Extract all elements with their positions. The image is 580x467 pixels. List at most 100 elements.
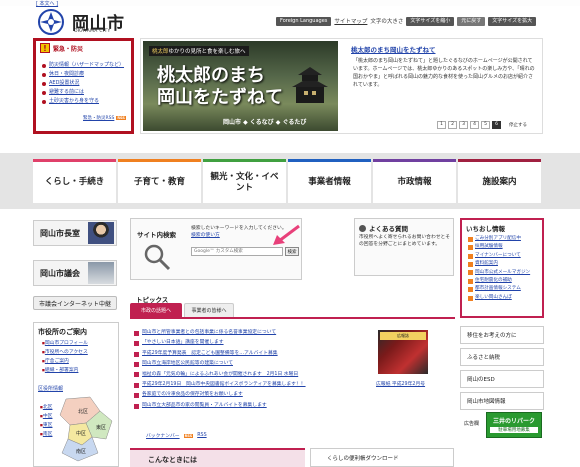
list-item[interactable]: 中区 [40, 412, 53, 421]
feature-headline-2: 岡山をたずねて [157, 87, 283, 108]
news-list: 岡山市と所管事業者との包括事業に係る名誉事業協定について 「やさしい日本語」講座… [134, 328, 306, 411]
nav-item-business[interactable]: 事業者情報 [288, 159, 371, 203]
backnumber-link[interactable]: バックナンバー [146, 432, 180, 439]
list-item[interactable]: 「やさしい日本語」講座を開催します [134, 338, 306, 348]
list-item[interactable]: 東区 [40, 421, 53, 430]
site-search-box: サイト内検索 検索したいキーワードを入力してください。 検索の使い方 検索 [130, 218, 302, 280]
tab-city-topics[interactable]: 市政の話題へ [130, 303, 182, 317]
font-reset-button[interactable]: 元に戻す [457, 16, 486, 26]
page-button[interactable]: 5 [481, 121, 490, 129]
list-item[interactable]: 平成29年2月19日 岡山市中央図書館ボイスボランティアを募集します！！ [134, 380, 306, 390]
carousel-stop-button[interactable]: 停止する [509, 122, 527, 128]
list-item[interactable]: 組織・部署案内 [42, 366, 88, 375]
foreign-languages-button[interactable]: Foreign Languages [276, 16, 332, 26]
list-item[interactable]: マイナンバーについて [468, 252, 530, 260]
top-bar [0, 0, 580, 6]
list-item[interactable]: 避難する前には [42, 88, 124, 97]
list-item[interactable]: 都市計画情報システム [468, 285, 530, 293]
list-item[interactable]: 平成29年度予算発表 認定こども園整備等を…アルバイト募集 [134, 349, 306, 359]
public-relations-magazine-image[interactable]: 広報誌 [378, 330, 428, 374]
list-item[interactable]: 各家庭での冷凍食品の保存対策をお願いします [134, 390, 306, 400]
list-item[interactable]: 北区 [40, 403, 53, 412]
list-item[interactable]: 福祉の森「元気の輪」によるふれあい会が開催されます 2月1日 水曜日 [134, 370, 306, 380]
council-stream-button[interactable]: 市議会インターネット中継 [33, 296, 117, 310]
logo-subtitle: OKAYAMA CITY [74, 29, 111, 34]
nav-item-tourism[interactable]: 観光・文化・イベント [203, 159, 286, 203]
faq-icon [359, 224, 366, 232]
city-council-button[interactable]: 岡山市議会 [33, 260, 117, 286]
page-button-active[interactable]: 6 [492, 121, 501, 129]
list-item[interactable]: 岡山市立大部品市の家の閲覧員・アルバイトを募集します [134, 401, 306, 411]
search-title: サイト内検索 [137, 231, 176, 239]
page-button[interactable]: 2 [448, 121, 457, 129]
ward-info-link[interactable]: 区役所情報 [38, 385, 63, 392]
site-logo[interactable]: 岡山市 OKAYAMA CITY [36, 8, 144, 36]
search-input[interactable] [191, 247, 283, 256]
emergency-rss-link[interactable]: 緊急・防災RSS RSS [83, 115, 126, 121]
konna-tokini-section[interactable]: こんなときには [130, 448, 305, 467]
list-item[interactable]: 採用試験情報 [468, 243, 530, 251]
emergency-title: 緊急・防災 [53, 45, 84, 53]
feature-carousel: 桃太郎ゆかりの見所と食を楽しむ旅へ 桃太郎のまち 岡山をたずねて 岡山市 ◆ く… [140, 38, 543, 134]
feature-title-link[interactable]: 桃太郎のまち岡山をたずねて [351, 44, 436, 54]
list-item[interactable]: 岡山市公式メールマガジン [468, 269, 530, 277]
nav-item-facilities[interactable]: 施設案内 [458, 159, 541, 203]
list-item[interactable]: 岡山市と所管事業者との包括事業に係る名誉事業協定について [134, 328, 306, 338]
page-button[interactable]: 3 [459, 121, 468, 129]
list-item[interactable]: AED設置状況 [42, 79, 124, 88]
search-help-link[interactable]: 検索の使い方 [191, 233, 220, 238]
mayor-office-button[interactable]: 岡山市長室 [33, 220, 117, 246]
emergency-header: ! 緊急・防災 [40, 43, 83, 53]
main-navigation: くらし・手続き 子育て・教育 観光・文化・イベント 事業者情報 市政情報 施設案… [0, 153, 580, 209]
font-size-label: 文字の大きさ [370, 19, 404, 25]
carousel-pager: 1 2 3 4 5 6 停止する [437, 121, 527, 129]
furusato-nozei-button[interactable]: ふるさと納税 [460, 348, 544, 366]
emergency-box: ! 緊急・防災 防災情報（ハザードマップなど） 休日・夜間診療 AED設置状況 … [33, 38, 134, 134]
list-item[interactable]: 南区 [40, 430, 53, 439]
migration-button[interactable]: 移住をお考えの方に [460, 326, 544, 344]
font-large-button[interactable]: 文字サイズを拡大 [488, 16, 537, 26]
list-item[interactable]: 土砂災害から身を守る [42, 97, 124, 106]
font-small-button[interactable]: 文字サイズを縮小 [406, 16, 455, 26]
list-item[interactable]: 防災情報（ハザードマップなど） [42, 61, 124, 70]
list-item[interactable]: 岡山市立海岸地区公民館等の建築について [134, 359, 306, 369]
feature-image[interactable]: 桃太郎ゆかりの見所と食を楽しむ旅へ 桃太郎のまち 岡山をたずねて 岡山市 ◆ く… [143, 41, 338, 131]
esd-button[interactable]: 岡山のESD [460, 370, 544, 388]
emergency-list: 防災情報（ハザードマップなど） 休日・夜間診療 AED設置状況 避難する前には … [42, 61, 124, 106]
list-item[interactable]: 市役所へのアクセス [42, 348, 88, 357]
magazine-caption-link[interactable]: 広報紙 平成29年2月号 [376, 380, 425, 387]
map-info-button[interactable]: 岡山市地図情報 [460, 392, 544, 410]
bullet-icon [42, 99, 46, 104]
page-button[interactable]: 1 [437, 121, 446, 129]
nav-item-childcare[interactable]: 子育て・教育 [118, 159, 201, 203]
sitemap-link[interactable]: サイトマップ [334, 17, 367, 25]
office-links: 岡山市プロフィール 市役所へのアクセス 庁舎ご案内 組織・部署案内 [42, 339, 88, 375]
search-button[interactable]: 検索 [285, 247, 299, 256]
nav-item-city-info[interactable]: 市政情報 [373, 159, 456, 203]
list-item[interactable]: 庁舎ご案内 [42, 357, 88, 366]
backnumber-row: バックナンバー RSS RSS [146, 432, 207, 439]
list-item[interactable]: 休日・夜間診療 [42, 70, 124, 79]
ad-banner[interactable]: 三井のリパーク 駐車場用地募集 [486, 412, 542, 438]
nav-item-living[interactable]: くらし・手続き [33, 159, 116, 203]
faq-description: 市役所へよく寄せられるお問い合わせとその回答を分野ごとにまとめています。 [359, 235, 450, 247]
tab-business[interactable]: 事業者の皆様へ [184, 303, 234, 317]
city-emblem-icon [38, 9, 64, 35]
list-item[interactable]: 住宅耐震化の補助 [468, 277, 530, 285]
list-item[interactable]: 岡山市プロフィール [42, 339, 88, 348]
skip-to-main-link[interactable]: [ 本文へ ] [36, 0, 58, 7]
feature-image-caption: 桃太郎ゆかりの見所と食を楽しむ旅へ [149, 46, 249, 56]
list-item[interactable]: 楽しい岡山さんぽ [468, 294, 530, 302]
list-item[interactable]: ごみ分別アプリ配信中 [468, 235, 530, 243]
list-item[interactable]: 資料館案内 [468, 260, 530, 268]
ward-links: 北区 中区 東区 南区 [40, 403, 53, 439]
map-label: 東区 [96, 424, 106, 431]
castle-icon [292, 67, 328, 103]
topics-rss-link[interactable]: RSS [197, 433, 206, 438]
map-label: 中区 [76, 430, 86, 437]
header-utilities: Foreign Languages サイトマップ 文字の大きさ 文字サイズを縮小… [276, 16, 537, 26]
faq-box[interactable]: よくある質問 市役所へよく寄せられるお問い合わせとその回答を分野ごとにまとめてい… [354, 218, 454, 276]
page-button[interactable]: 4 [470, 121, 479, 129]
benricho-download[interactable]: くらしの便利帳ダウンロード [310, 448, 454, 467]
council-photo [88, 262, 114, 284]
